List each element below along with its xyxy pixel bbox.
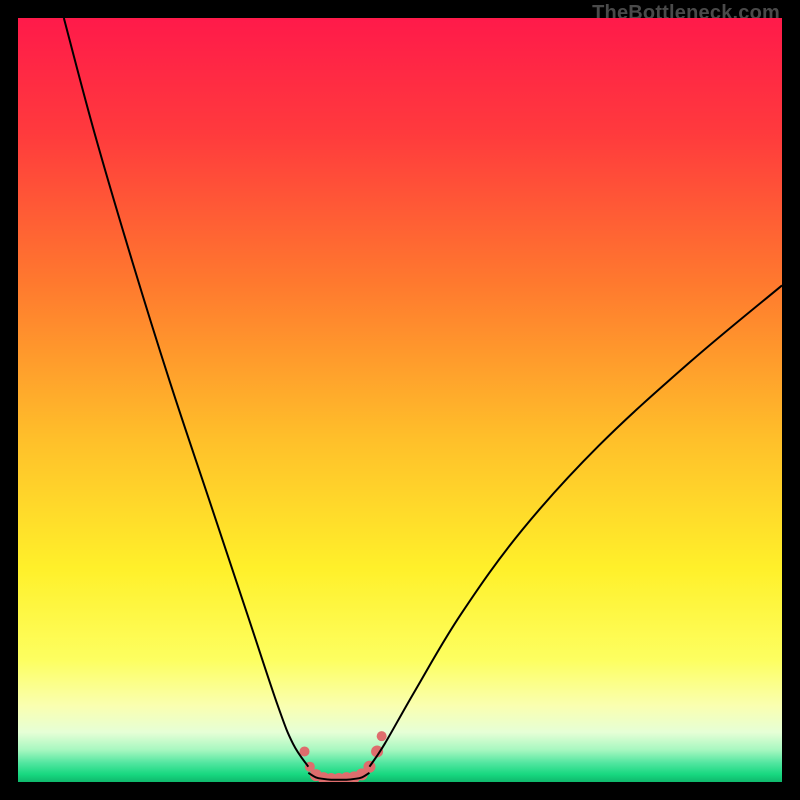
- curve-right-branch: [369, 285, 782, 766]
- valley-marker: [300, 746, 310, 756]
- bottleneck-curve: [18, 18, 782, 782]
- curve-left-branch: [64, 18, 308, 767]
- plot-area: [18, 18, 782, 782]
- chart-frame: TheBottleneck.com: [0, 0, 800, 800]
- valley-marker: [377, 731, 387, 741]
- valley-markers: [300, 731, 387, 782]
